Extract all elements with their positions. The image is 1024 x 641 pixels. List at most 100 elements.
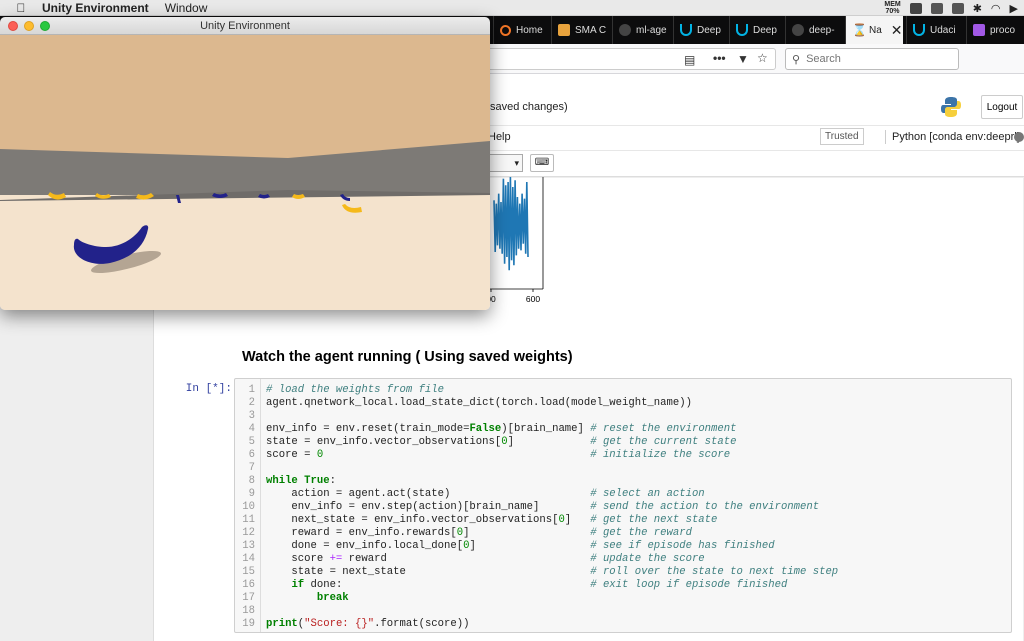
bookmark-star-icon[interactable]: ☆ (757, 51, 768, 65)
tab-deep-github[interactable]: deep- (785, 16, 842, 44)
line-number-gutter (260, 379, 261, 632)
line-number: 19 (242, 618, 255, 630)
tab-label: Deep (697, 24, 721, 36)
line-number: 1 (248, 384, 255, 396)
hourglass-icon: ⌛ (852, 23, 867, 37)
bluetooth-icon[interactable]: ✱ (973, 2, 982, 15)
line-number: 8 (248, 475, 255, 487)
cell-type-select[interactable]: ▾ (486, 154, 523, 172)
code-text: reward = env_info.rewards[0] # get the r… (266, 527, 692, 539)
unity-window-title: Unity Environment (200, 20, 290, 32)
tab-deep-2[interactable]: Deep (729, 16, 781, 44)
unity-game-view[interactable] (0, 35, 490, 310)
app-menu[interactable]: Unity Environment (42, 1, 149, 15)
search-input[interactable] (806, 53, 947, 65)
tab-navigation-active[interactable]: ⌛ Na ✕ (845, 16, 903, 44)
help-menu[interactable]: Help (488, 131, 511, 143)
line-number: 18 (242, 605, 255, 617)
github-icon (619, 24, 631, 36)
window-menu[interactable]: Window (165, 1, 208, 15)
code-text: while True: (266, 475, 336, 487)
code-text: # load the weights from file (266, 384, 445, 396)
keyboard-shortcuts-button[interactable]: ⌨ (530, 154, 554, 172)
save-status: saved changes) (490, 101, 568, 113)
close-tab-icon[interactable]: ✕ (891, 22, 903, 39)
apple-menu-icon[interactable]:  (14, 1, 28, 15)
tab-home[interactable]: Home (493, 16, 547, 44)
kernel-status-indicator (1014, 132, 1024, 142)
line-number: 15 (242, 566, 255, 578)
line-number: 13 (242, 540, 255, 552)
code-text: next_state = env_info.vector_observation… (266, 514, 718, 526)
logout-button[interactable]: Logout (981, 95, 1023, 119)
volume-icon[interactable]: ▶ (1010, 2, 1018, 15)
trusted-badge[interactable]: Trusted (820, 128, 864, 145)
udacity-icon (680, 24, 692, 36)
line-number: 10 (242, 501, 255, 513)
airplay-icon[interactable] (930, 2, 943, 14)
tab-sma[interactable]: SMA C (551, 16, 608, 44)
tab-label: Deep (753, 24, 777, 36)
tab-ml-agents[interactable]: ml-age (612, 16, 669, 44)
search-icon: ⚲ (792, 53, 801, 66)
code-text: score += reward # update the score (266, 553, 705, 565)
search-box[interactable]: ⚲ (785, 48, 959, 70)
tab-label: Home (516, 24, 543, 36)
minimize-window-icon[interactable] (24, 21, 34, 31)
tab-label: deep- (809, 24, 835, 36)
line-number: 6 (248, 449, 255, 461)
cast-icon[interactable] (951, 2, 964, 14)
tab-procore[interactable]: proco (966, 16, 1024, 44)
menu-bar:  Unity Environment Window MEM 70% ✱ ◠ ▶ (0, 0, 1024, 16)
chart-tick-label: 600 (526, 294, 540, 304)
caution-icon[interactable] (909, 2, 922, 14)
python-logo-icon (941, 97, 961, 117)
code-text: agent.qnetwork_local.load_state_dict(tor… (266, 397, 692, 409)
line-number: 12 (242, 527, 255, 539)
github-icon (792, 24, 804, 36)
cell-prompt: In [*]: (185, 383, 232, 395)
code-text: env_info = env.step(action)[brain_name] … (266, 501, 820, 513)
tab-deep-1[interactable]: Deep (673, 16, 725, 44)
url-bar[interactable]: ▤ ••• ▼ ☆ (480, 48, 776, 70)
close-window-icon[interactable] (8, 21, 18, 31)
line-number: 5 (248, 436, 255, 448)
unity-window[interactable]: Unity Environment (0, 17, 490, 310)
tab-label: Na (869, 24, 882, 36)
jupyter-icon (500, 24, 511, 36)
zoom-window-icon[interactable] (40, 21, 50, 31)
kernel-name[interactable]: Python [conda env:deeprl] (892, 131, 1020, 143)
reader-view-icon[interactable]: ▤ (684, 53, 695, 67)
pocket-icon[interactable]: ▼ (737, 52, 749, 66)
unity-title-bar[interactable]: Unity Environment (0, 17, 490, 35)
code-text: env_info = env.reset(train_mode=False)[b… (266, 423, 737, 435)
page-actions-icon[interactable]: ••• (713, 51, 726, 65)
code-text: if done: # exit loop if episode finished (291, 579, 788, 591)
line-number: 14 (242, 553, 255, 565)
code-text: score = 0 # initialize the score (266, 449, 731, 461)
wifi-icon[interactable]: ◠ (991, 2, 1001, 15)
score-series-line (493, 177, 529, 271)
line-number: 17 (242, 592, 255, 604)
code-text: action = agent.act(state) # select an ac… (266, 488, 705, 500)
tab-label: proco (990, 24, 1016, 36)
code-text: break (316, 592, 349, 604)
chart-plot-area (493, 177, 529, 271)
tab-label: SMA C (575, 24, 607, 36)
code-text: done = env_info.local_done[0] # see if e… (266, 540, 775, 552)
memory-indicator[interactable]: MEM 70% (884, 1, 900, 15)
line-number: 9 (248, 488, 255, 500)
tab-label: Udaci (930, 24, 956, 36)
code-text: state = next_state # roll over the state… (266, 566, 839, 578)
tab-udacity[interactable]: Udaci (906, 16, 963, 44)
status-area: MEM 70% ✱ ◠ ▶ (884, 0, 1018, 16)
divider (885, 130, 886, 144)
udacity-icon (736, 24, 748, 36)
line-number: 7 (248, 462, 255, 474)
procore-icon (973, 24, 985, 36)
tab-label: ml-age (636, 24, 667, 36)
memory-label: MEM (884, 1, 901, 8)
section-heading: Watch the agent running ( Using saved we… (242, 349, 573, 365)
code-cell[interactable]: 1 # load the weights from file 2 agent.qnet… (234, 378, 1012, 633)
line-number: 16 (242, 579, 255, 591)
